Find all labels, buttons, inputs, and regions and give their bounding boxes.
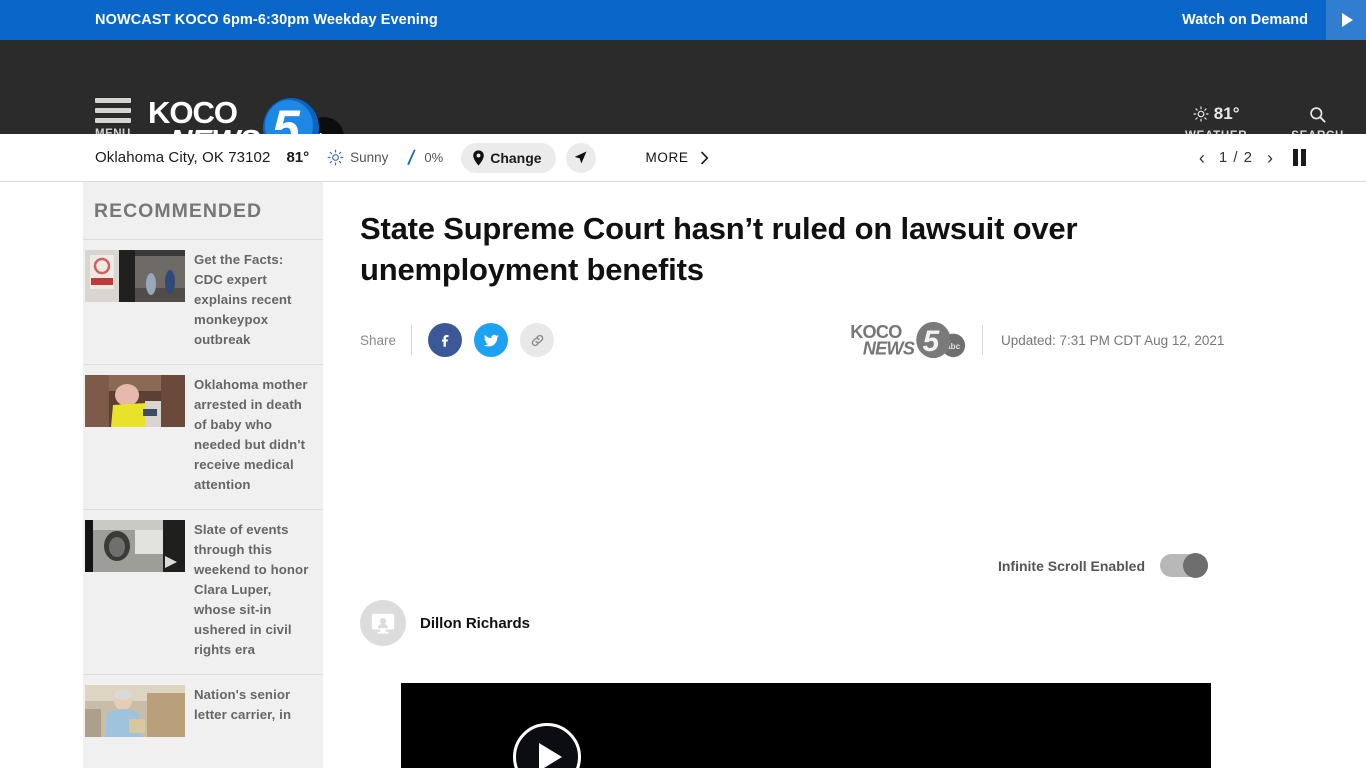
share-twitter-button[interactable] [474, 323, 509, 357]
list-item[interactable]: Get the Facts: CDC expert explains recen… [83, 239, 323, 364]
twitter-icon [483, 334, 499, 347]
weather-condition-group: Sunny [327, 149, 388, 166]
list-item-title: Nation's senior letter carrier, in [194, 687, 292, 722]
play-icon [539, 743, 562, 768]
search-icon [1310, 106, 1326, 123]
precipitation-value: 0% [424, 150, 444, 165]
nowcast-actions: Watch on Demand [1182, 0, 1366, 40]
nowcast-banner: NOWCAST KOCO 6pm-6:30pm Weekday Evening … [0, 0, 1366, 40]
page-body: RECOMMENDED Get the Facts: CDC expert ex… [0, 182, 1366, 768]
updated-timestamp: Updated: 7:31 PM CDT Aug 12, 2021 [982, 325, 1224, 355]
weather-temperature: 81° [286, 149, 310, 166]
nowcast-play-button[interactable] [1326, 0, 1366, 40]
weather-condition: Sunny [350, 150, 389, 165]
change-location-button[interactable]: Change [461, 142, 556, 173]
watch-on-demand-link[interactable]: Watch on Demand [1182, 12, 1326, 28]
list-item[interactable]: Slate of events through this weekend to … [83, 509, 323, 674]
recommended-heading: RECOMMENDED [94, 200, 263, 222]
author-byline: Dillon Richards [360, 600, 530, 646]
article-meta-row: Share KOCO NEWS abc 5 Updated: 7:31 PM C… [360, 318, 1366, 362]
thumbnail-image [85, 520, 185, 572]
facebook-icon [442, 334, 449, 347]
nowcast-label: NOWCAST [95, 12, 171, 28]
thumbnail-image [85, 685, 185, 737]
use-my-location-button[interactable] [565, 142, 596, 173]
weather-more-link[interactable]: MORE [646, 150, 710, 165]
carousel-page-indicator: 1 / 2 [1218, 149, 1253, 166]
sun-icon [327, 149, 344, 166]
thumbnail-image [85, 375, 185, 427]
chevron-right-icon [701, 150, 709, 165]
weather-bar-left: Oklahoma City, OK 73102 81° Sunny 0% Cha… [95, 142, 710, 173]
location-pin-icon [473, 149, 484, 166]
precipitation-group: 0% [406, 148, 443, 168]
carousel-prev-button[interactable]: ‹ [1199, 149, 1205, 167]
page-title: State Supreme Court hasn’t ruled on laws… [360, 211, 1078, 287]
navigation-arrow-icon [574, 151, 587, 164]
infinite-scroll-label: Infinite Scroll Enabled [997, 557, 1145, 574]
nowcast-text: NOWCAST KOCO 6pm-6:30pm Weekday Evening [95, 12, 438, 28]
koco-logo-grayscale: KOCO NEWS abc 5 [850, 321, 968, 359]
nowcast-title: KOCO 6pm-6:30pm Weekday Evening [174, 12, 438, 28]
toggle-knob [1183, 553, 1208, 578]
article-main: State Supreme Court hasn’t ruled on laws… [323, 182, 1366, 768]
hamburger-icon [95, 98, 143, 123]
avatar [360, 600, 406, 646]
link-icon [531, 334, 543, 346]
video-player[interactable] [401, 683, 1211, 768]
recommended-sidebar: RECOMMENDED Get the Facts: CDC expert ex… [83, 182, 323, 768]
play-icon [1342, 13, 1353, 27]
author-placeholder-icon [371, 613, 395, 634]
author-name: Dillon Richards [420, 614, 531, 632]
video-play-button[interactable] [513, 723, 581, 768]
sun-icon [1193, 106, 1209, 122]
left-gutter [0, 182, 83, 768]
share-buttons [428, 323, 555, 357]
thumbnail-image [85, 250, 185, 302]
weather-city: Oklahoma City, OK 73102 [95, 149, 271, 166]
list-item[interactable]: Oklahoma mother arrested in death of bab… [83, 364, 323, 509]
list-item[interactable]: Nation's senior letter carrier, in [83, 674, 323, 751]
carousel-pause-button[interactable] [1293, 149, 1306, 166]
weather-carousel-controls: ‹ 1 / 2 › [1199, 149, 1306, 167]
header-temperature: 81° [1213, 104, 1240, 123]
updated-group: KOCO NEWS abc 5 Updated: 7:31 PM CDT Aug… [850, 321, 1224, 359]
raindrop-icon [407, 148, 416, 165]
share-copy-link-button[interactable] [520, 323, 555, 357]
site-header: MENU KOCO NEWS abc 5 [0, 40, 1366, 158]
carousel-next-button[interactable]: › [1267, 149, 1273, 167]
svg-text:5: 5 [923, 325, 940, 358]
list-item-title: Slate of events through this weekend to … [194, 522, 309, 657]
infinite-scroll-control: Infinite Scroll Enabled [997, 553, 1208, 578]
weather-bar: Oklahoma City, OK 73102 81° Sunny 0% Cha… [0, 134, 1366, 182]
weather-more-label: MORE [645, 150, 689, 165]
share-label: Share [360, 325, 413, 355]
share-facebook-button[interactable] [428, 323, 463, 357]
list-item-title: Oklahoma mother arrested in death of bab… [194, 377, 308, 492]
list-item-title: Get the Facts: CDC expert explains recen… [194, 252, 292, 347]
infinite-scroll-toggle[interactable] [1160, 553, 1208, 578]
change-location-label: Change [490, 149, 542, 166]
svg-text:NEWS: NEWS [863, 338, 915, 358]
